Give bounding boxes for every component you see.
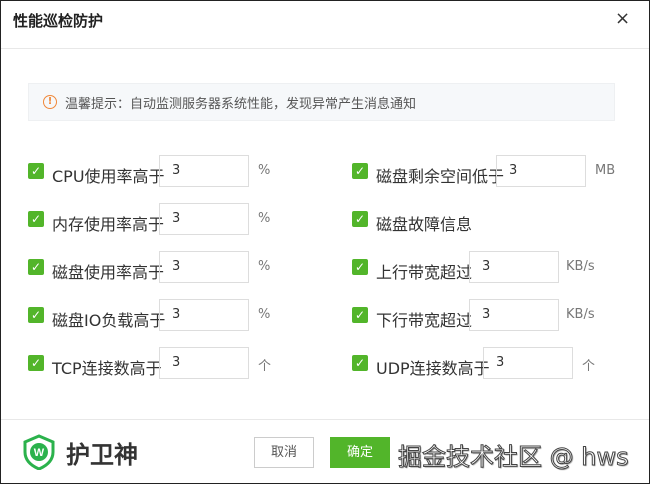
setting-label: CPU使用率高于 [52,167,165,186]
divider [1,48,649,49]
warning-icon: ! [43,95,57,109]
threshold-input[interactable]: 3 [159,347,249,379]
divider [1,419,649,420]
checkbox[interactable]: ✓ [352,259,368,275]
close-icon[interactable]: × [615,8,630,29]
checkbox[interactable]: ✓ [28,355,44,371]
threshold-input[interactable]: 3 [159,251,249,283]
unit-label: KB/s [566,307,595,322]
svg-text:W: W [34,447,45,459]
threshold-input[interactable]: 3 [159,299,249,331]
unit-label: MB [595,163,616,178]
setting-label: UDP连接数高于 [376,359,490,378]
checkbox[interactable]: ✓ [28,259,44,275]
setting-label: 上行带宽超过 [376,263,473,282]
checkbox[interactable]: ✓ [352,163,368,179]
checkbox[interactable]: ✓ [352,211,368,227]
cancel-button[interactable]: 取消 [254,437,314,468]
setting-label: 磁盘使用率高于 [52,263,165,282]
dialog-title: 性能巡检防护 [13,12,104,30]
setting-label: 磁盘剩余空间低于 [376,167,505,186]
threshold-input[interactable]: 3 [159,203,249,235]
threshold-input[interactable]: 3 [496,155,586,187]
checkbox[interactable]: ✓ [28,211,44,227]
checkbox[interactable]: ✓ [28,307,44,323]
setting-label: 磁盘IO负载高于 [52,311,166,330]
threshold-input[interactable]: 3 [469,251,559,283]
unit-label: % [258,259,271,274]
brand-name: 护卫神 [66,440,138,469]
checkbox[interactable]: ✓ [352,307,368,323]
threshold-input[interactable]: 3 [469,299,559,331]
notice-text: 温馨提示：自动监测服务器系统性能，发现异常产生消息通知 [65,96,417,112]
setting-label: TCP连接数高于 [52,359,162,378]
shield-icon: W [23,434,55,470]
unit-label: % [258,163,271,178]
threshold-input[interactable]: 3 [159,155,249,187]
unit-label: % [258,307,271,322]
setting-label: 内存使用率高于 [52,215,165,234]
threshold-input[interactable]: 3 [483,347,573,379]
confirm-button[interactable]: 确定 [330,437,390,468]
brand-logo: W 护卫神 [22,434,138,470]
checkbox[interactable]: ✓ [352,355,368,371]
setting-label: 下行带宽超过 [376,311,473,330]
unit-label: % [258,211,271,226]
checkbox[interactable]: ✓ [28,163,44,179]
notice-banner: ! 温馨提示：自动监测服务器系统性能，发现异常产生消息通知 [28,83,615,121]
unit-label: 个 [582,359,596,374]
watermark: 掘金技术社区 @ hws [398,443,630,472]
unit-label: 个 [258,359,272,374]
setting-label: 磁盘故障信息 [376,215,473,234]
unit-label: KB/s [566,259,595,274]
